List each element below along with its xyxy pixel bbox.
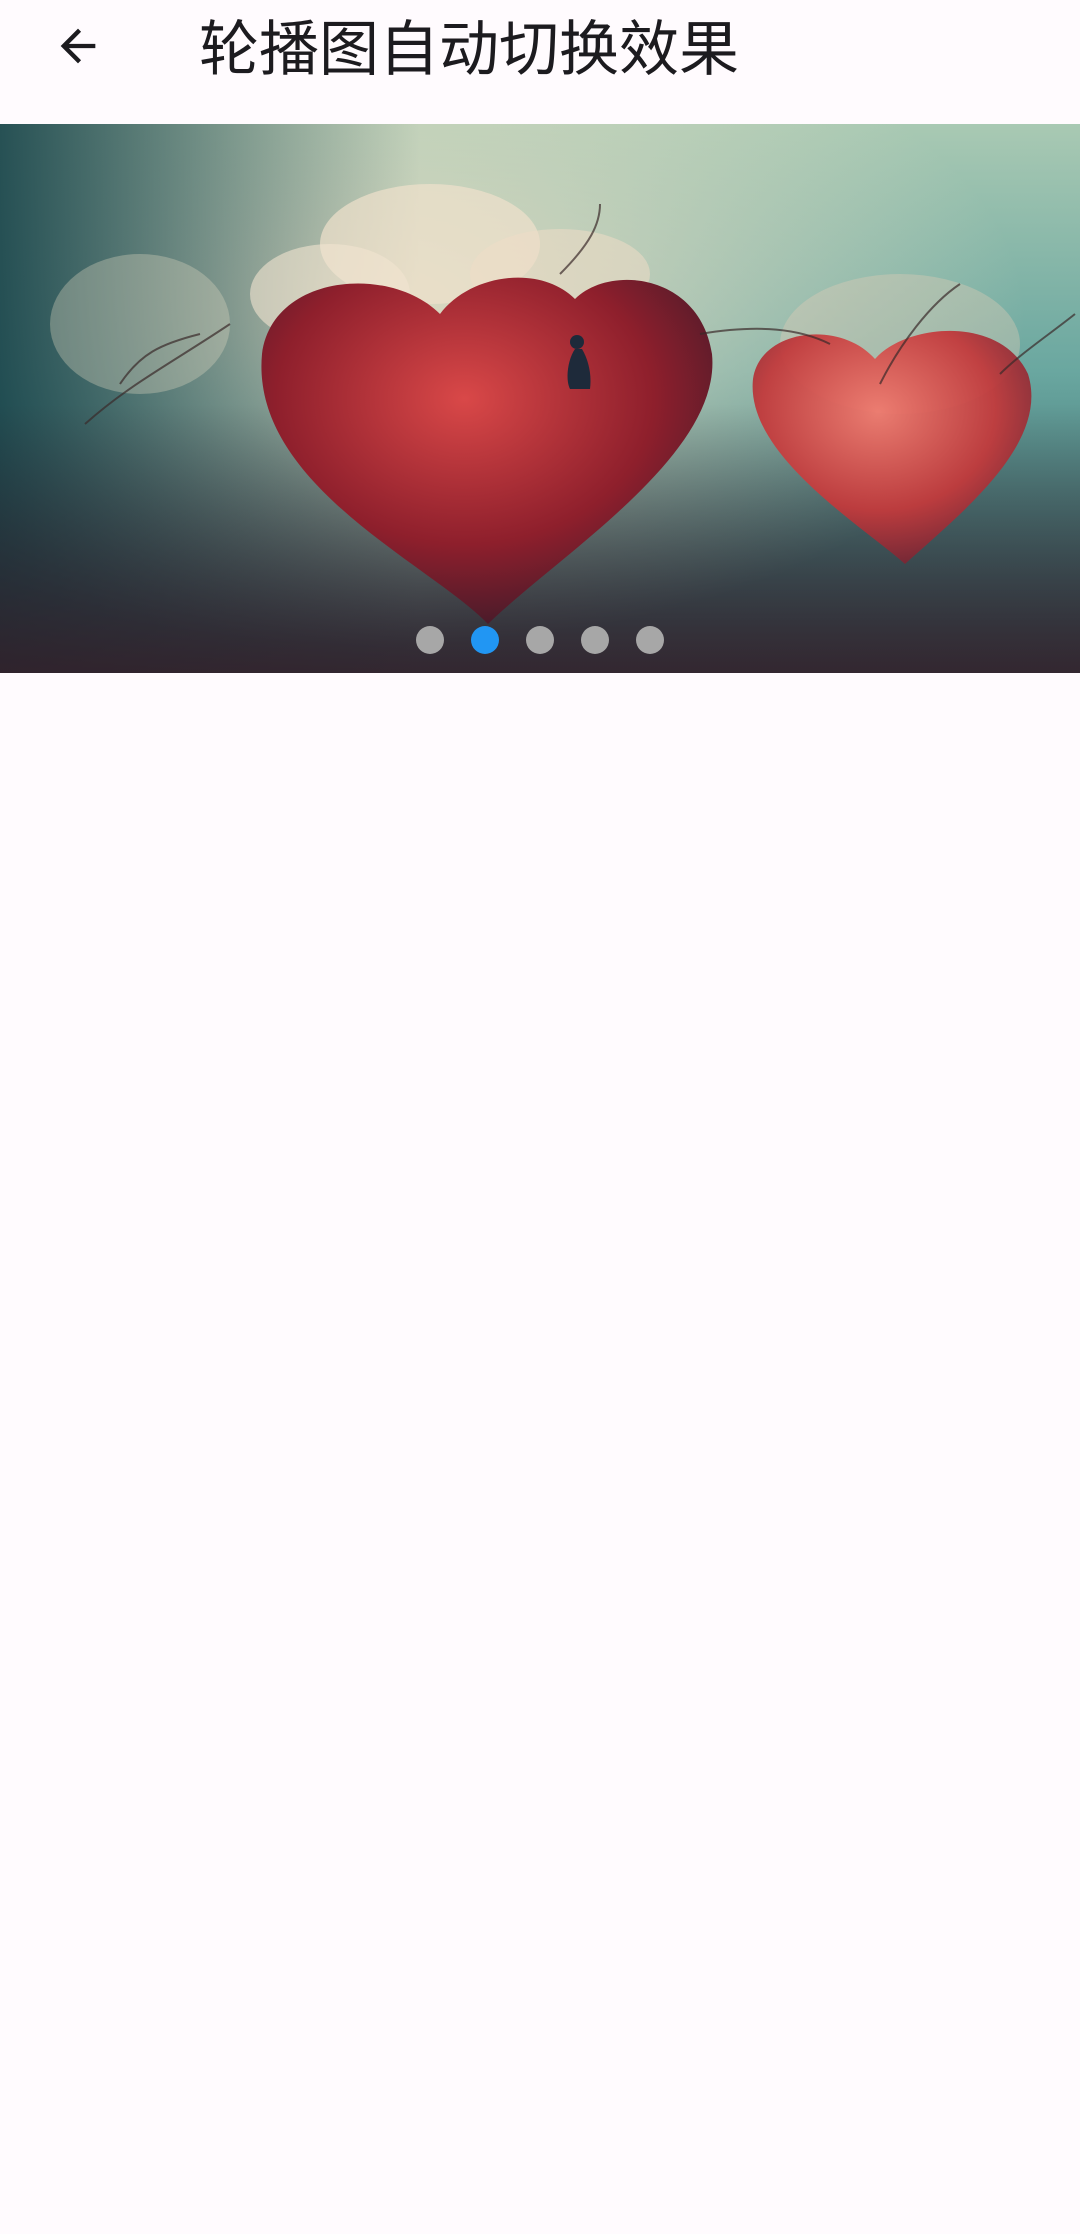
- top-app-bar: 轮播图自动切换效果: [0, 0, 1080, 124]
- back-button[interactable]: [38, 6, 118, 86]
- empty-content-area: [0, 673, 1080, 2234]
- carousel-indicators: [0, 626, 1080, 656]
- carousel-dot-4[interactable]: [581, 626, 609, 654]
- page-title: 轮播图自动切换效果: [199, 15, 739, 85]
- image-carousel[interactable]: [0, 124, 1080, 673]
- carousel-slide-image: [0, 124, 1080, 673]
- app-root: 轮播图自动切换效果: [0, 0, 1080, 2234]
- carousel-dot-5[interactable]: [636, 626, 664, 654]
- arrow-back-icon: [60, 28, 96, 64]
- carousel-dot-2-active[interactable]: [471, 626, 499, 654]
- carousel-dot-1[interactable]: [416, 626, 444, 654]
- carousel-dot-3[interactable]: [526, 626, 554, 654]
